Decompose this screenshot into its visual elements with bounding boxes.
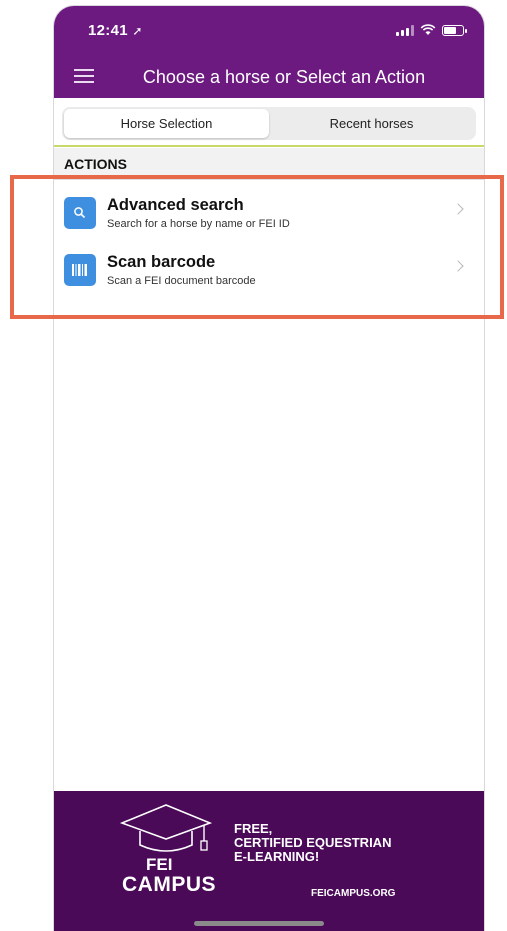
tab-horse-selection[interactable]: Horse Selection [64, 109, 269, 138]
home-indicator[interactable] [194, 921, 324, 926]
section-header: ACTIONS [54, 148, 484, 180]
signal-icon [396, 24, 414, 36]
chevron-right-icon [452, 260, 464, 272]
page-title: Choose a horse or Select an Action [142, 67, 426, 87]
wifi-icon [420, 24, 436, 35]
campus-logo-text: CAMPUS [122, 873, 217, 896]
actions-list: Advanced search Search for a horse by na… [54, 184, 484, 298]
banner-url: FEICAMPUS.ORG [311, 888, 396, 899]
item-subtitle: Scan a FEI document barcode [107, 275, 256, 287]
nav-bar: Choose a horse or Select an Action [54, 58, 484, 98]
battery-icon [442, 24, 467, 36]
fei-logo: FEI [146, 855, 173, 874]
app-header: 12:41 ➚ Choose a horse or Select an Acti… [54, 6, 484, 98]
fei-campus-banner[interactable]: FEI CAMPUS FREE, CERTIFIED EQUESTRIAN E-… [54, 791, 484, 931]
item-title: Advanced search [107, 196, 244, 214]
search-icon [64, 197, 96, 229]
divider [54, 145, 484, 147]
section-title: ACTIONS [64, 156, 127, 172]
phone-screen: 12:41 ➚ Choose a horse or Select an Acti… [54, 6, 484, 931]
item-subtitle: Search for a horse by name or FEI ID [107, 218, 290, 230]
graduation-cap-icon [120, 804, 212, 852]
banner-text: FREE, CERTIFIED EQUESTRIAN E-LEARNING! [234, 821, 392, 864]
list-item-scan-barcode[interactable]: Scan barcode Scan a FEI document barcode [54, 241, 484, 298]
status-icons [396, 24, 467, 36]
status-time: 12:41 ➚ [88, 22, 143, 39]
tab-recent-horses[interactable]: Recent horses [269, 109, 474, 138]
segmented-control: Horse Selection Recent horses [62, 107, 476, 140]
item-title: Scan barcode [107, 253, 216, 271]
barcode-icon [64, 254, 96, 286]
chevron-right-icon [452, 203, 464, 215]
list-item-advanced-search[interactable]: Advanced search Search for a horse by na… [54, 184, 484, 241]
